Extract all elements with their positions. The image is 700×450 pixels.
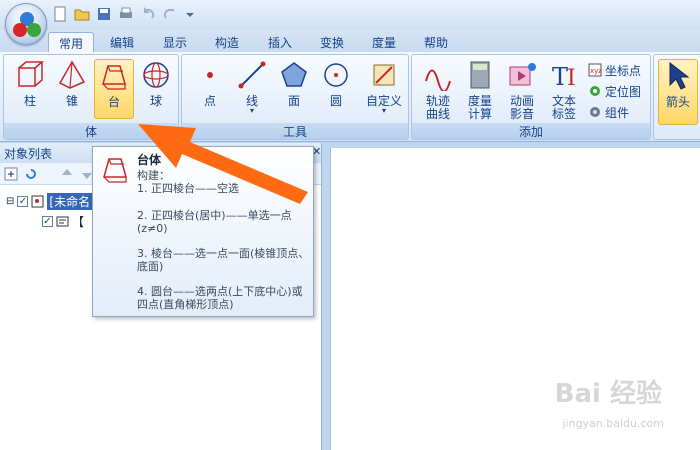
component-icon	[590, 107, 600, 117]
tooltip-line-3: 3. 棱台——选一点一面(棱锥顶点、底面)	[137, 247, 310, 273]
cursor-arrow-icon	[669, 61, 690, 90]
move-up-icon[interactable]	[60, 167, 74, 184]
component-button[interactable]: 组件	[588, 103, 629, 121]
tab-common[interactable]: 常用	[48, 32, 95, 52]
tree-root-row[interactable]: ⊟ ✓ [未命名	[6, 193, 93, 210]
new-file-icon[interactable]	[52, 6, 70, 24]
ribbon: 柱 锥 台 球 体 点 线 ▾ 面 圆 自定义 ▾ 工具 轨迹 曲线 度量 计算…	[0, 52, 700, 142]
calculator-icon	[470, 61, 490, 89]
quick-access-toolbar	[52, 6, 202, 24]
tab-transform[interactable]: 变换	[310, 32, 354, 52]
tab-construct[interactable]: 构造	[205, 32, 249, 52]
app-logo-icon	[13, 12, 41, 37]
group-select: 箭头	[653, 54, 700, 140]
custom-button[interactable]: 自定义 ▾	[362, 59, 406, 119]
redo-icon[interactable]	[162, 6, 180, 24]
save-icon[interactable]	[96, 6, 114, 24]
point-icon	[207, 72, 213, 78]
locate-image-button[interactable]: 定位图	[588, 82, 641, 100]
ribbon-tabs: 常用 编辑 显示 构造 插入 变换 度量 帮助	[0, 30, 700, 52]
text-label-button[interactable]: T I 文本 标签	[544, 59, 584, 121]
expand-tree-icon[interactable]	[4, 167, 18, 184]
child-checkbox[interactable]: ✓	[42, 216, 53, 227]
text-icon: T I	[552, 63, 576, 91]
svg-text:I: I	[567, 66, 576, 91]
watermark-logo: Bai 经验	[554, 379, 662, 409]
animation-media-button[interactable]: 动画 影音	[502, 59, 542, 121]
coordinate-point-button[interactable]: xyz 坐标点	[588, 61, 641, 79]
cone-button[interactable]: 锥	[52, 59, 92, 119]
polygon-icon	[281, 62, 307, 87]
prism-icon	[18, 61, 45, 87]
arrow-select-button[interactable]: 箭头	[658, 59, 698, 125]
document-icon	[31, 195, 44, 208]
object-icon	[56, 216, 69, 227]
cylinder-button[interactable]: 柱	[10, 59, 50, 119]
sphere-icon	[143, 62, 169, 88]
tooltip-line-4: 4. 圆台——选两点(上下底中心)或四点(直角梯形顶点)	[137, 285, 303, 311]
tree-child-label: 【	[72, 215, 85, 229]
tooltip-frustum-icon	[103, 158, 127, 183]
tab-insert[interactable]: 插入	[258, 32, 302, 52]
frustum-button[interactable]: 台	[94, 59, 134, 119]
measure-calc-button[interactable]: 度量 计算	[460, 59, 500, 121]
locus-icon	[425, 69, 451, 91]
locus-curve-button[interactable]: 轨迹 曲线	[418, 59, 458, 121]
undo-icon[interactable]	[140, 6, 158, 24]
tooltip-line-2: 2. 正四棱台(居中)——单选一点(z≠0)	[137, 209, 292, 235]
watermark-url: jingyan.baidu.com	[562, 417, 664, 430]
title-bar	[0, 0, 700, 45]
open-folder-icon[interactable]	[74, 6, 92, 24]
circle-button[interactable]: 圆	[316, 59, 356, 119]
circle-icon	[324, 63, 348, 87]
print-icon[interactable]	[118, 6, 136, 24]
app-menu-button[interactable]	[5, 3, 47, 45]
svg-text:xyz: xyz	[590, 67, 602, 75]
tab-view[interactable]: 显示	[153, 32, 197, 52]
line-icon	[238, 61, 266, 89]
coordinate-icon: xyz	[588, 63, 602, 77]
tab-measure[interactable]: 度量	[362, 32, 406, 52]
tab-edit[interactable]: 编辑	[100, 32, 144, 52]
group-add-label: 添加	[412, 123, 650, 139]
drawing-canvas[interactable]: Bai 经验 jingyan.baidu.com	[330, 148, 700, 450]
custom-dropdown-icon[interactable]: ▾	[362, 107, 406, 115]
media-icon	[509, 63, 536, 86]
group-add: 轨迹 曲线 度量 计算 动画 影音 T I 文本 标签 xyz 坐标点 定位图 …	[411, 54, 651, 140]
annotation-arrow-icon	[138, 124, 308, 204]
root-checkbox[interactable]: ✓	[17, 196, 29, 207]
refresh-icon[interactable]	[24, 167, 38, 184]
svg-text:T: T	[552, 63, 568, 91]
frustum-icon	[102, 65, 126, 90]
pyramid-icon	[58, 60, 86, 89]
customize-qat-icon[interactable]	[184, 6, 202, 24]
tree-child-row[interactable]: ✓ 【	[42, 213, 84, 230]
locate-icon	[590, 86, 600, 96]
tree-root-label: [未命名	[47, 193, 93, 210]
tab-help[interactable]: 帮助	[414, 32, 458, 52]
collapse-icon[interactable]: ⊟	[6, 196, 14, 207]
custom-tool-icon	[373, 64, 395, 86]
